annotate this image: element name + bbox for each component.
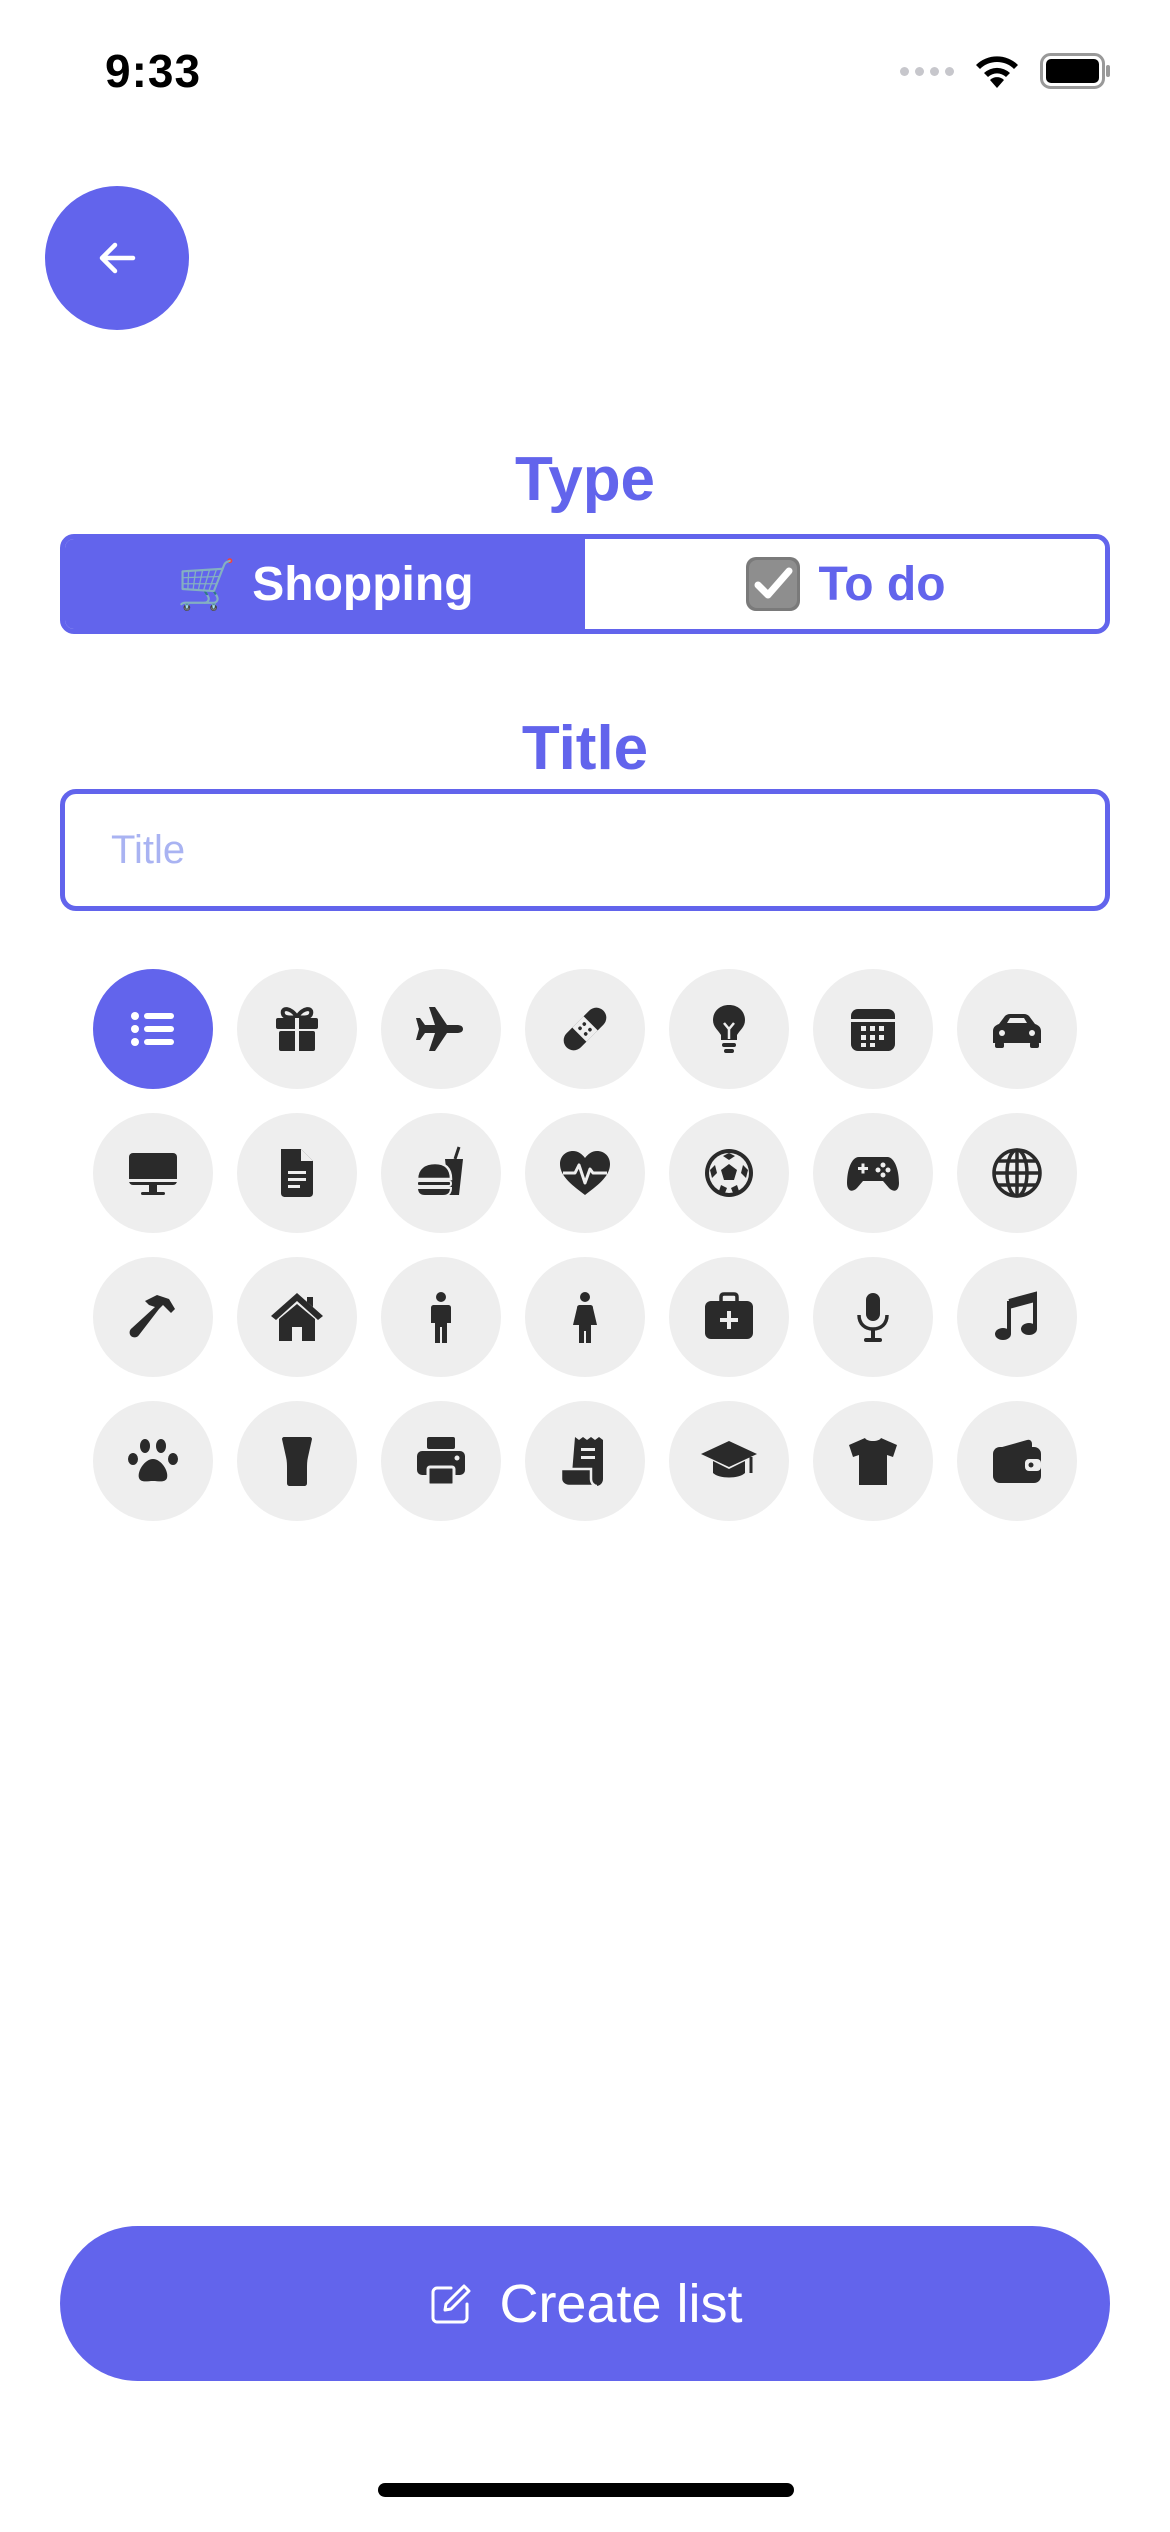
icon-option-soccer-ball[interactable]: [669, 1113, 789, 1233]
heart-pulse-icon: [560, 1151, 610, 1195]
list-icon: [131, 1012, 174, 1046]
document-icon: [281, 1149, 313, 1197]
checkbox-icon: [744, 555, 802, 613]
cellular-signal-icon: [900, 66, 954, 76]
bandage-icon: [563, 1007, 607, 1051]
soccer-ball-icon: [705, 1149, 753, 1197]
man-icon: [431, 1292, 451, 1343]
create-list-label: Create list: [499, 2273, 743, 2334]
segment-label: Shopping: [252, 557, 474, 611]
icon-option-graduation-cap[interactable]: [669, 1401, 789, 1521]
icon-option-paw[interactable]: [93, 1401, 213, 1521]
icon-option-hammer[interactable]: [93, 1257, 213, 1377]
globe-icon: [992, 1148, 1042, 1198]
home-indicator: [378, 2483, 794, 2497]
icon-option-desktop[interactable]: [93, 1113, 213, 1233]
wallet-icon: [993, 1439, 1041, 1483]
microphone-icon: [857, 1293, 889, 1342]
icon-option-wallet[interactable]: [957, 1401, 1077, 1521]
icon-option-gamepad[interactable]: [813, 1113, 933, 1233]
icon-option-gift[interactable]: [237, 969, 357, 1089]
glass-icon: [282, 1437, 312, 1486]
icon-option-house[interactable]: [237, 1257, 357, 1377]
gift-icon: [276, 1007, 318, 1051]
icon-option-heart-pulse[interactable]: [525, 1113, 645, 1233]
status-icons: [900, 52, 1112, 90]
icon-option-document[interactable]: [237, 1113, 357, 1233]
food-icon: [415, 1146, 463, 1197]
segment-label: To do: [818, 557, 946, 611]
type-segmented-control: 🛒 Shopping To do: [60, 534, 1110, 634]
medical-kit-icon: [705, 1292, 753, 1339]
car-icon: [993, 1014, 1041, 1048]
icon-option-lightbulb[interactable]: [669, 969, 789, 1089]
shopping-cart-icon: 🛒: [176, 558, 237, 612]
arrow-left-icon: [99, 242, 136, 274]
printer-icon: [417, 1437, 465, 1487]
icon-option-woman[interactable]: [525, 1257, 645, 1377]
icon-option-glass[interactable]: [237, 1401, 357, 1521]
icon-option-man[interactable]: [381, 1257, 501, 1377]
house-icon: [271, 1293, 323, 1341]
graduation-cap-icon: [701, 1441, 757, 1478]
icon-option-bandage[interactable]: [525, 969, 645, 1089]
lightbulb-icon: [713, 1005, 745, 1053]
icon-option-tshirt[interactable]: [813, 1401, 933, 1521]
airplane-icon: [416, 1007, 463, 1051]
icon-option-medical-kit[interactable]: [669, 1257, 789, 1377]
tshirt-icon: [849, 1438, 897, 1485]
wifi-icon: [972, 52, 1022, 90]
create-list-button[interactable]: Create list: [60, 2226, 1110, 2381]
icon-option-globe[interactable]: [957, 1113, 1077, 1233]
title-input[interactable]: [60, 789, 1110, 911]
back-button[interactable]: [45, 186, 189, 330]
icon-option-printer[interactable]: [381, 1401, 501, 1521]
icon-option-list[interactable]: [93, 969, 213, 1089]
calendar-icon: [851, 1009, 895, 1051]
hammer-icon: [129, 1295, 175, 1338]
icon-option-receipt[interactable]: [525, 1401, 645, 1521]
icon-picker: [93, 969, 1077, 1521]
status-time: 9:33: [105, 45, 202, 97]
desktop-icon: [129, 1153, 177, 1195]
icon-option-microphone[interactable]: [813, 1257, 933, 1377]
icon-option-car[interactable]: [957, 969, 1077, 1089]
icon-option-music-note[interactable]: [957, 1257, 1077, 1377]
icon-option-calendar[interactable]: [813, 969, 933, 1089]
compose-icon: [431, 2284, 471, 2323]
segment-shopping[interactable]: 🛒 Shopping: [65, 539, 585, 629]
receipt-icon: [559, 1437, 603, 1488]
gamepad-icon: [847, 1157, 899, 1191]
title-heading: Title: [521, 714, 649, 783]
segment-todo[interactable]: To do: [585, 539, 1105, 629]
woman-icon: [573, 1292, 597, 1343]
music-note-icon: [995, 1291, 1037, 1340]
icon-option-airplane[interactable]: [381, 969, 501, 1089]
icon-option-food[interactable]: [381, 1113, 501, 1233]
type-heading: Type: [514, 445, 656, 514]
paw-icon: [128, 1439, 178, 1482]
battery-icon: [1040, 53, 1112, 89]
